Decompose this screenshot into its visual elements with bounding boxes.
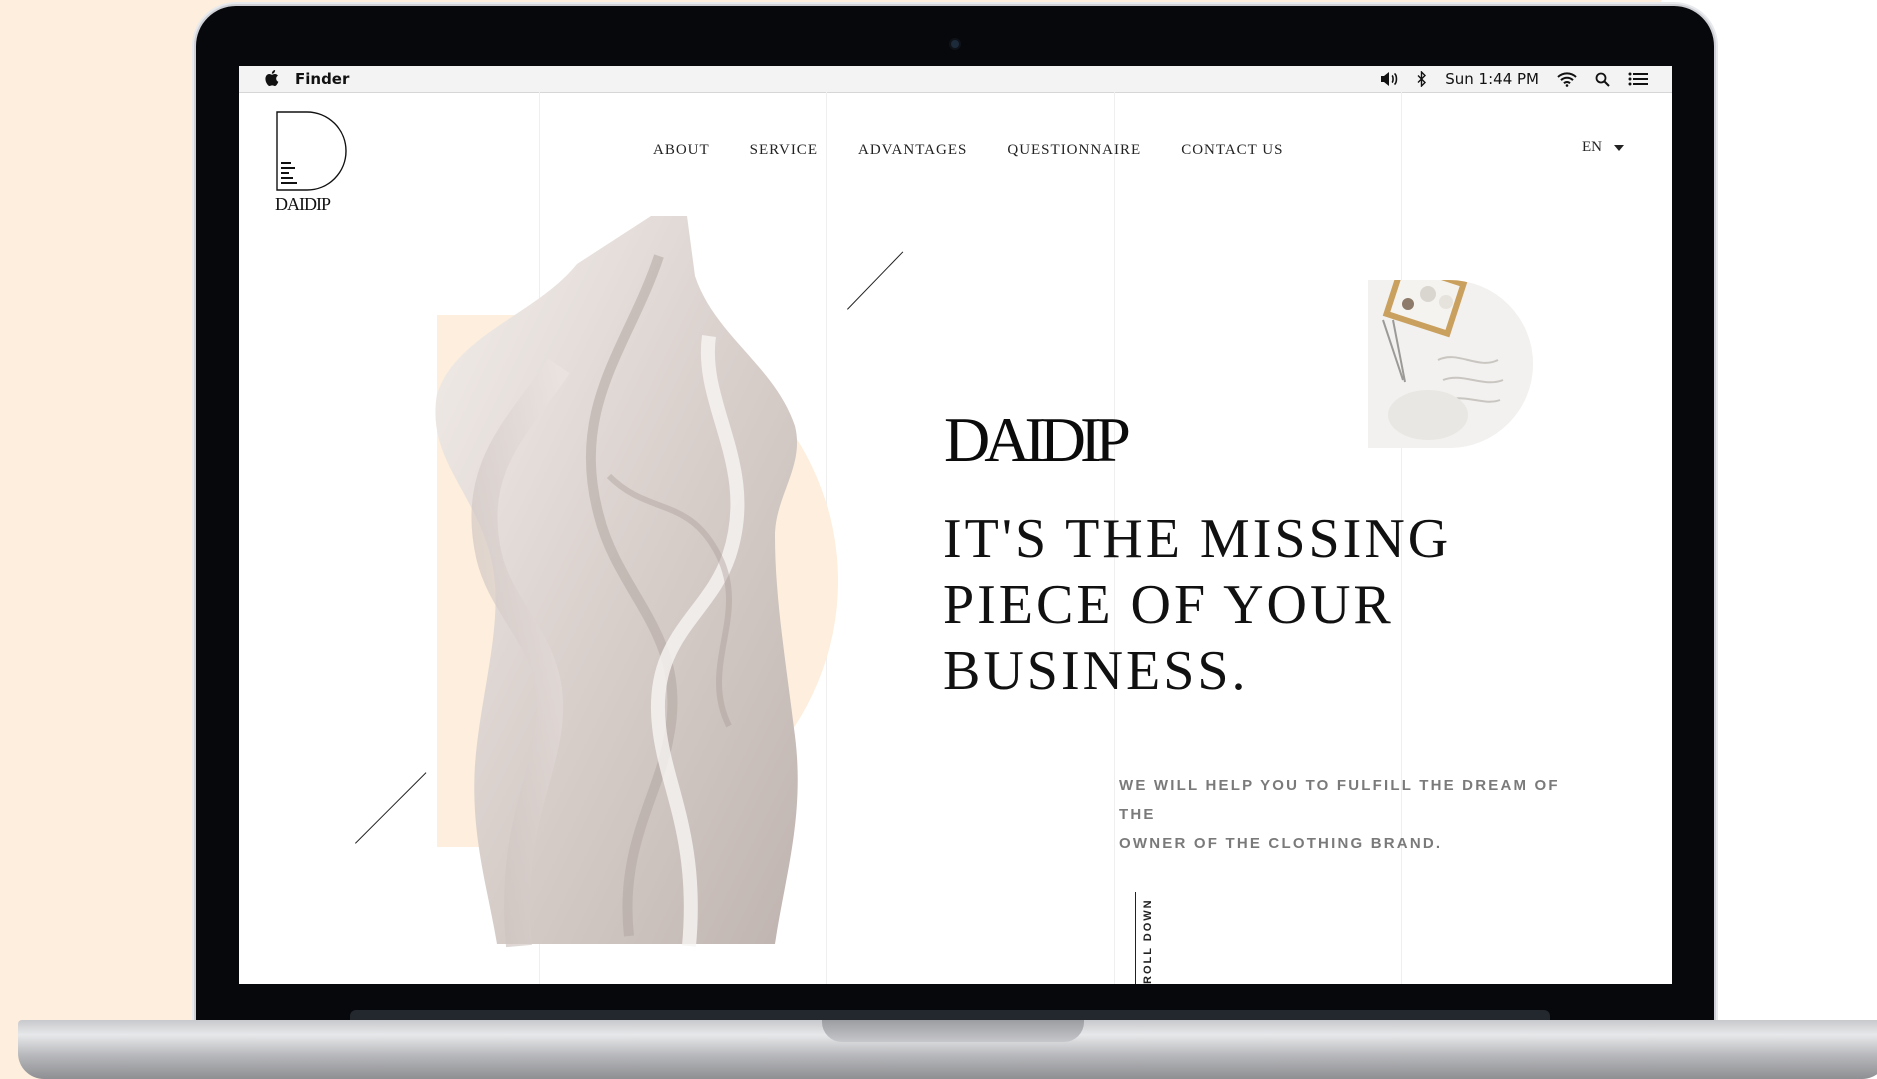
scroll-down-link[interactable]: ROLL DOWN: [1142, 892, 1154, 984]
bluetooth-icon[interactable]: [1417, 71, 1427, 87]
laptop-screen: Finder Sun 1:44 PM DAIDIP ABOUT SERVICE …: [239, 66, 1672, 984]
status-items: Sun 1:44 PM: [1379, 68, 1648, 90]
laptop-lid: Finder Sun 1:44 PM DAIDIP ABOUT SERVICE …: [196, 6, 1714, 1030]
nav-about[interactable]: ABOUT: [653, 142, 710, 159]
spotlight-search-icon[interactable]: [1595, 72, 1610, 87]
headline-line: IT'S THE MISSING: [943, 508, 1452, 570]
scroll-indicator-line: [1135, 892, 1136, 984]
nav-advantages[interactable]: ADVANTAGES: [858, 142, 967, 159]
tagline-line: WE WILL HELP YOU TO FULFILL THE DREAM OF…: [1119, 777, 1560, 823]
decorative-line: [847, 251, 904, 310]
hero-fabric-image: [435, 216, 798, 948]
chevron-down-icon: [1614, 144, 1624, 151]
app-name[interactable]: Finder: [295, 70, 349, 88]
wifi-icon[interactable]: [1557, 71, 1577, 87]
headline-line: BUSINESS.: [943, 640, 1249, 702]
notification-list-icon[interactable]: [1628, 72, 1648, 86]
volume-icon[interactable]: [1379, 71, 1399, 87]
apple-icon[interactable]: [263, 69, 279, 87]
menu-clock[interactable]: Sun 1:44 PM: [1445, 70, 1539, 88]
language-selector[interactable]: EN: [1582, 139, 1624, 156]
nav-service[interactable]: SERVICE: [750, 142, 818, 159]
tagline-line: OWNER OF THE CLOTHING BRAND.: [1119, 835, 1443, 852]
nav-questionnaire[interactable]: QUESTIONNAIRE: [1007, 142, 1141, 159]
logo-wordmark: DAIDIP: [275, 194, 331, 214]
camera-icon: [951, 40, 959, 48]
headline-line: PIECE OF YOUR: [943, 574, 1394, 636]
main-nav: ABOUT SERVICE ADVANTAGES QUESTIONNAIRE C…: [653, 142, 1283, 159]
hero-tagline: WE WILL HELP YOU TO FULFILL THE DREAM OF…: [1119, 771, 1589, 858]
hero-headline: IT'S THE MISSING PIECE OF YOUR BUSINESS.: [943, 506, 1503, 704]
workspace-thumbnail-image: [1368, 280, 1533, 448]
nav-contact-us[interactable]: CONTACT US: [1181, 142, 1283, 159]
laptop-opening-notch: [822, 1020, 1084, 1042]
language-label: EN: [1582, 139, 1602, 155]
hero-brand-wordmark: DAIDIP: [944, 404, 1131, 475]
mac-menu-bar: Finder Sun 1:44 PM: [239, 66, 1672, 93]
